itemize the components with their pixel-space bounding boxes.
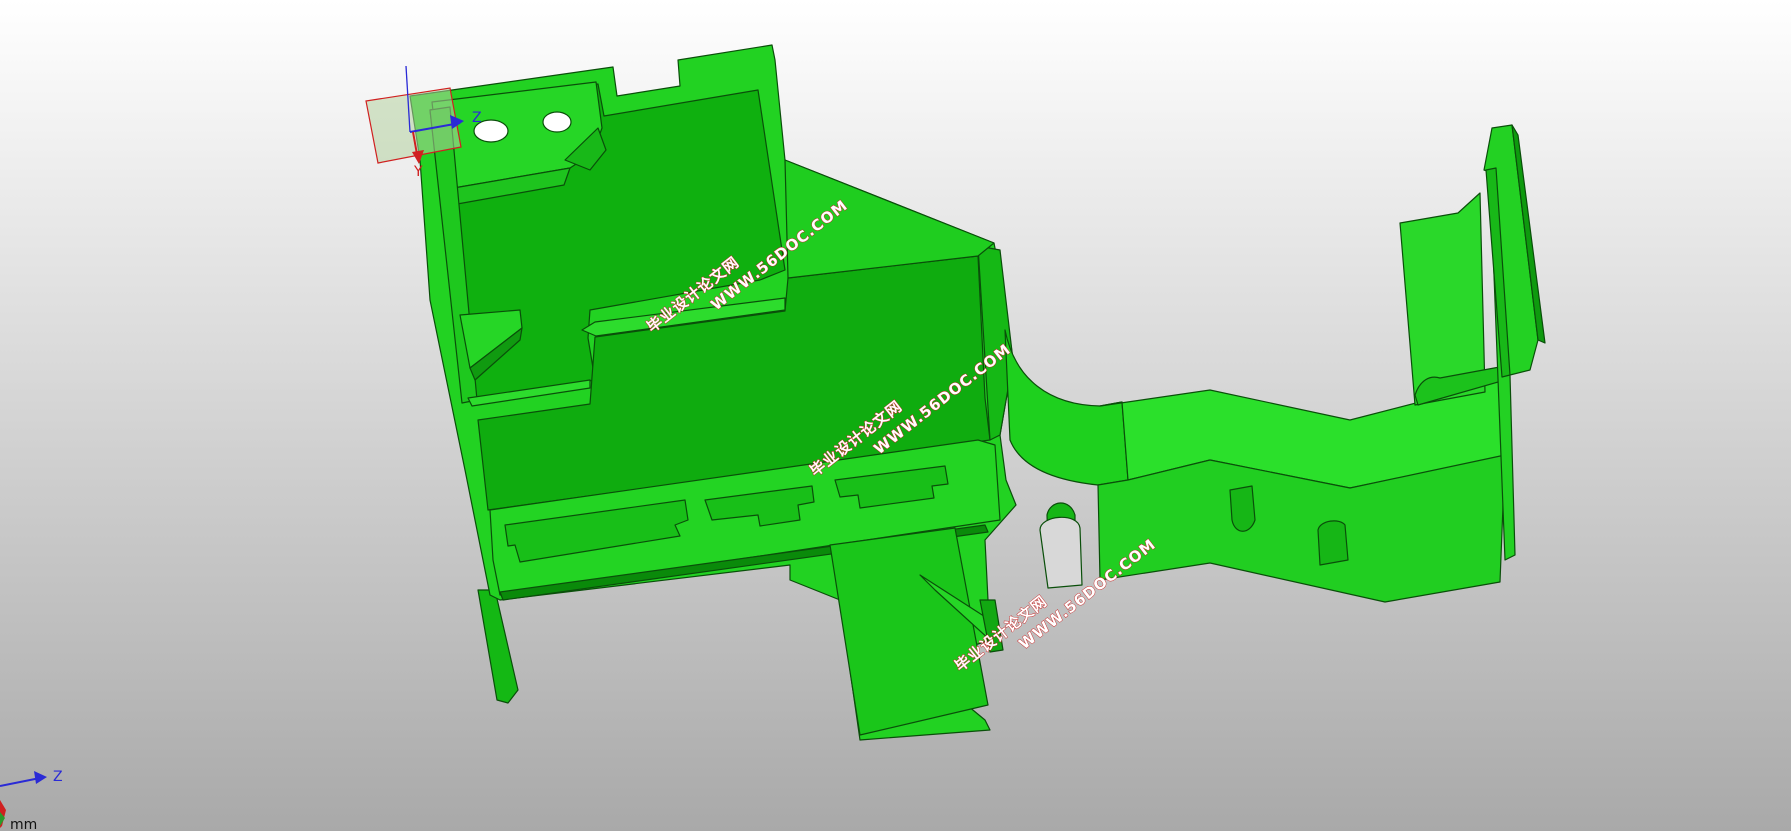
- units-label: mm: [10, 817, 38, 833]
- origin-z-label: Z: [472, 110, 482, 126]
- model-canvas[interactable]: Z Y 毕业设计论文网 WWW.56DOC.COM 毕业设计论文网 WWW.56…: [0, 0, 1791, 831]
- mount-hole-2: [542, 111, 572, 133]
- corner-z-label: Z: [53, 769, 63, 785]
- origin-y-label: Y: [413, 164, 423, 180]
- 3d-viewport[interactable]: Z Y 毕业设计论文网 WWW.56DOC.COM 毕业设计论文网 WWW.56…: [0, 0, 1791, 833]
